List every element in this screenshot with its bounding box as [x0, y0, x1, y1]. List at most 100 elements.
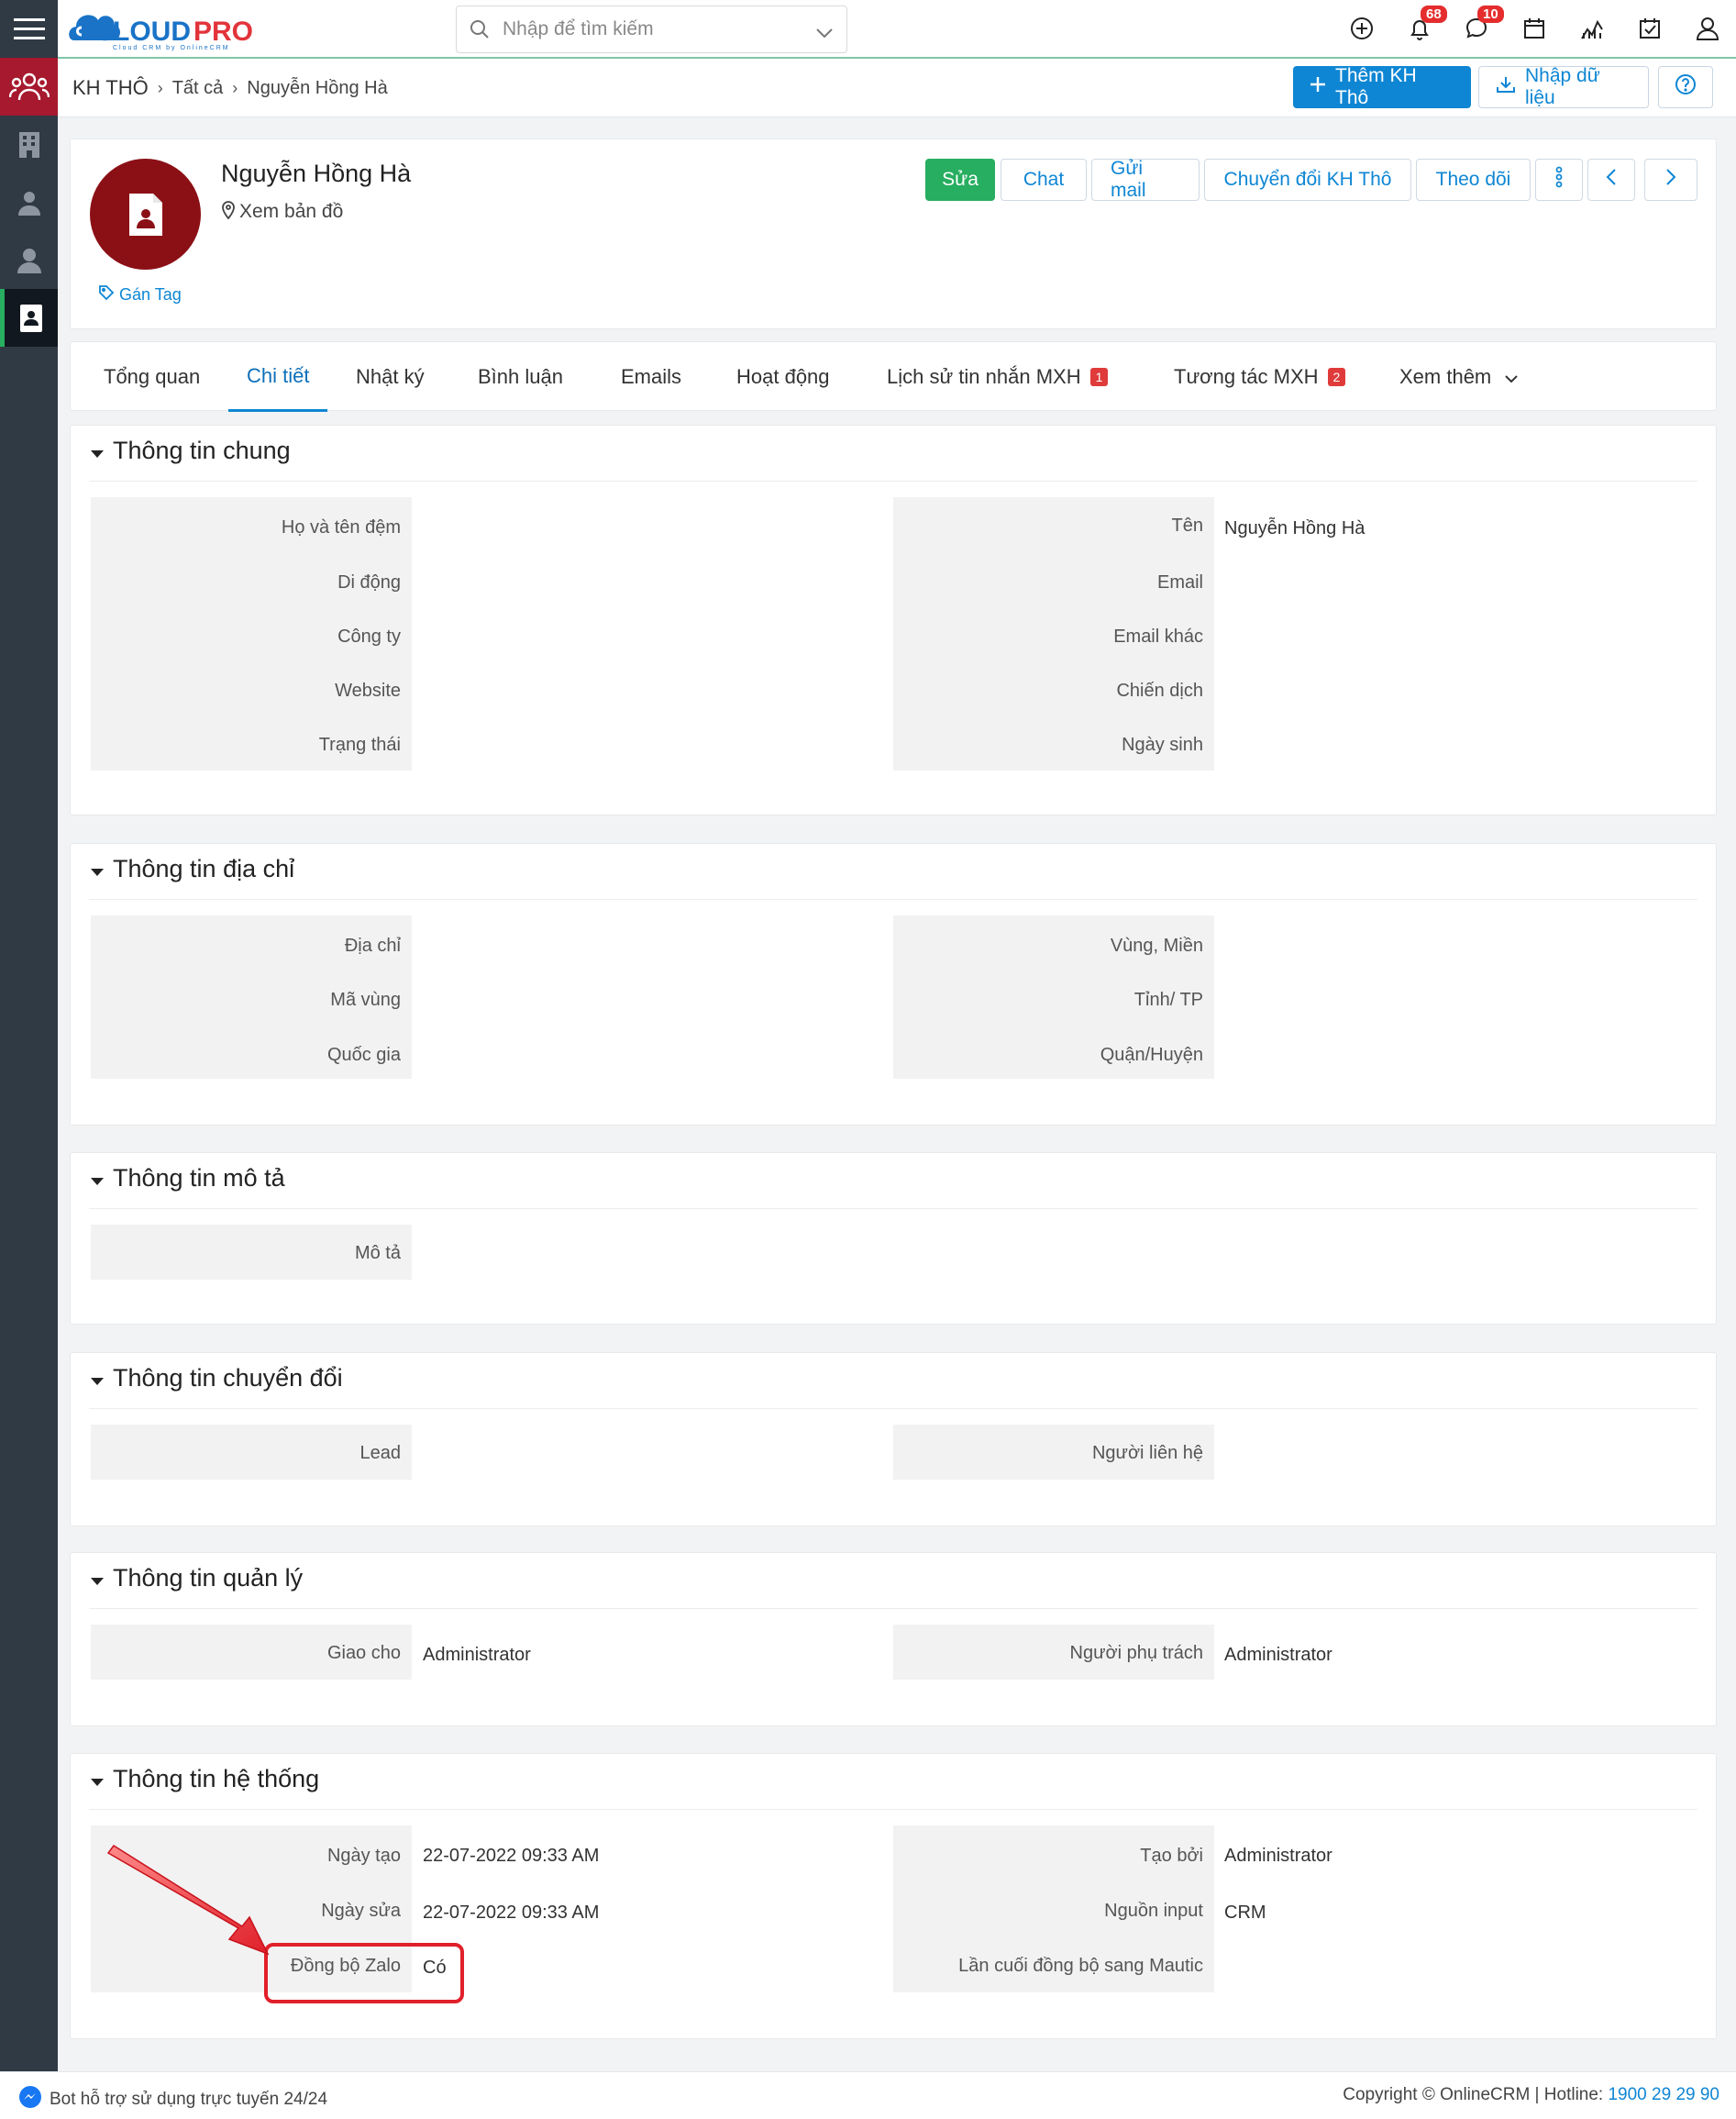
section-management-header[interactable]: Thông tin quản lý [91, 1564, 303, 1592]
import-data-button[interactable]: Nhập dữ liệu [1478, 65, 1649, 108]
section-conversion-header[interactable]: Thông tin chuyển đổi [91, 1364, 343, 1392]
caret-down-icon [91, 1364, 104, 1392]
help-icon [1675, 73, 1697, 101]
section-address-header[interactable]: Thông tin địa chỉ [91, 855, 294, 883]
edit-button[interactable]: Sửa [925, 159, 995, 201]
user-profile-icon[interactable] [1694, 15, 1725, 46]
avatar[interactable] [90, 159, 201, 270]
messenger-icon [18, 2085, 42, 2114]
hamburger-menu-icon[interactable] [0, 0, 58, 58]
field-value-modified-date[interactable]: 22-07-2022 09:33 AM [423, 1903, 599, 1924]
task-checkbox-icon[interactable] [1636, 15, 1667, 46]
section-conversion: Thông tin chuyển đổi Lead Người liên hệ [70, 1352, 1717, 1526]
hotline-link[interactable]: 1900 29 29 90 [1608, 2085, 1719, 2104]
tab-social-interactions-label: Tương tác MXH [1174, 365, 1319, 388]
field-label-status: Trạng thái [318, 735, 401, 755]
left-sidebar [0, 0, 58, 2071]
search-placeholder: Nhập để tìm kiếm [503, 18, 654, 39]
tab-overview[interactable]: Tổng quan [104, 342, 200, 412]
label-column-right: Tạo bởi Nguồn input Lần cuối đồng bộ san… [893, 1825, 1214, 1992]
report-chart-icon[interactable] [1578, 15, 1609, 46]
assign-tag-link[interactable]: Gán Tag [98, 284, 182, 305]
caret-down-icon [91, 1564, 104, 1592]
breadcrumb-level1[interactable]: Tất cả [172, 78, 224, 99]
more-options-button[interactable] [1535, 159, 1583, 201]
field-label-modified-date: Ngày sửa [321, 1901, 401, 1921]
tab-count-badge: 2 [1327, 368, 1346, 386]
tab-log[interactable]: Nhật ký [356, 342, 425, 412]
send-mail-button[interactable]: Gửi mail [1091, 158, 1200, 201]
tab-social-message-history[interactable]: Lịch sử tin nhắn MXH 1 [887, 342, 1109, 412]
convert-lead-button[interactable]: Chuyển đổi KH Thô [1204, 159, 1411, 201]
record-name: Nguyễn Hồng Hà [221, 160, 412, 187]
chevron-right-icon: › [232, 78, 238, 97]
sidebar-building-icon[interactable] [0, 116, 58, 173]
field-label-middle-name: Họ và tên đệm [281, 517, 401, 538]
field-value-owner[interactable]: Administrator [1224, 1645, 1332, 1666]
help-button[interactable] [1658, 66, 1713, 108]
copyright-label: Copyright © OnlineCRM | Hotline: [1343, 2085, 1609, 2104]
calendar-icon[interactable] [1520, 15, 1552, 46]
tag-icon [98, 284, 115, 305]
follow-button[interactable]: Theo dõi [1416, 159, 1531, 201]
field-label-website: Website [335, 681, 401, 701]
sidebar-user-icon[interactable] [0, 231, 58, 289]
tab-count-badge: 1 [1089, 368, 1109, 386]
tab-activities[interactable]: Hoạt động [736, 342, 830, 412]
svg-text:PRO: PRO [194, 17, 253, 47]
label-column-left: Địa chỉ Mã vùng Quốc gia [91, 915, 412, 1079]
chevron-right-icon [1665, 168, 1676, 192]
add-lead-label: Thêm KH Thô [1335, 65, 1417, 108]
cloudpro-logo[interactable]: C LOUD PRO Cloud CRM by OnlineCRM [65, 4, 276, 55]
field-value-created-by[interactable]: Administrator [1224, 1846, 1332, 1867]
tab-comments[interactable]: Bình luận [478, 342, 563, 412]
section-general-header[interactable]: Thông tin chung [91, 437, 291, 465]
field-value-first-name[interactable]: Nguyễn Hồng Hà [1224, 518, 1365, 539]
next-record-button[interactable] [1644, 159, 1697, 201]
divider [89, 1809, 1697, 1810]
field-label-contact-person: Người liên hệ [1091, 1443, 1203, 1463]
field-label-created-by: Tạo bởi [1140, 1846, 1203, 1866]
breadcrumb-root[interactable]: KH THÔ [72, 76, 149, 100]
chevron-down-icon [1504, 365, 1519, 389]
chevron-down-icon[interactable] [815, 23, 834, 45]
field-label-created-date: Ngày tạo [326, 1846, 401, 1866]
chevron-right-icon: › [157, 78, 163, 97]
notification-bell-icon[interactable]: 68 [1406, 6, 1447, 46]
chat-button[interactable]: Chat [1001, 159, 1087, 201]
tab-social-interactions[interactable]: Tương tác MXH 2 [1174, 342, 1346, 412]
field-label-assigned-to: Giao cho [326, 1643, 401, 1663]
tab-details[interactable]: Chi tiết [228, 342, 328, 412]
annotation-arrow-icon [106, 1844, 270, 1956]
sidebar-leads-group-icon[interactable] [0, 58, 58, 116]
field-value-created-date[interactable]: 22-07-2022 09:33 AM [423, 1846, 599, 1867]
top-navigation-bar: C LOUD PRO Cloud CRM by OnlineCRM Nhập đ… [58, 0, 1736, 59]
tab-more[interactable]: Xem thêm [1399, 342, 1519, 412]
previous-record-button[interactable] [1587, 159, 1635, 201]
field-value-input-source[interactable]: CRM [1224, 1903, 1266, 1924]
add-circle-icon[interactable] [1348, 15, 1379, 46]
section-management: Thông tin quản lý Giao cho Administrator… [70, 1552, 1717, 1726]
section-general: Thông tin chung Họ và tên đệm Di động Cô… [70, 425, 1717, 815]
support-bot-link[interactable]: Bot hỗ trợ sử dụng trực tuyến 24/24 [18, 2085, 327, 2114]
tab-emails[interactable]: Emails [621, 342, 681, 412]
global-search-input[interactable]: Nhập để tìm kiếm [456, 6, 847, 53]
vertical-dots-icon [1555, 166, 1563, 194]
section-system-header[interactable]: Thông tin hệ thống [91, 1765, 319, 1793]
field-label-mobile: Di động [337, 572, 401, 593]
view-map-label: Xem bản đồ [239, 201, 344, 222]
footer: Bot hỗ trợ sử dụng trực tuyến 24/24 Copy… [0, 2071, 1736, 2119]
section-description-header[interactable]: Thông tin mô tả [91, 1164, 285, 1193]
chat-bubble-icon[interactable]: 10 [1463, 6, 1504, 46]
add-lead-button[interactable]: Thêm KH Thô [1293, 65, 1471, 108]
sidebar-lead-card-icon[interactable] [0, 289, 58, 347]
support-bot-text: Bot hỗ trợ sử dụng trực tuyến 24/24 [50, 2090, 328, 2109]
label-column-left: Họ và tên đệm Di động Công ty Website Tr… [91, 497, 412, 771]
breadcrumb-current: Nguyễn Hồng Hà [247, 77, 388, 98]
chevron-left-icon [1606, 168, 1617, 192]
divider [89, 481, 1697, 482]
tab-social-message-history-label: Lịch sử tin nhắn MXH [887, 365, 1081, 388]
field-value-assigned-to[interactable]: Administrator [423, 1645, 531, 1666]
sidebar-contacts-icon[interactable] [0, 173, 58, 231]
view-map-link[interactable]: Xem bản đồ [221, 199, 343, 225]
